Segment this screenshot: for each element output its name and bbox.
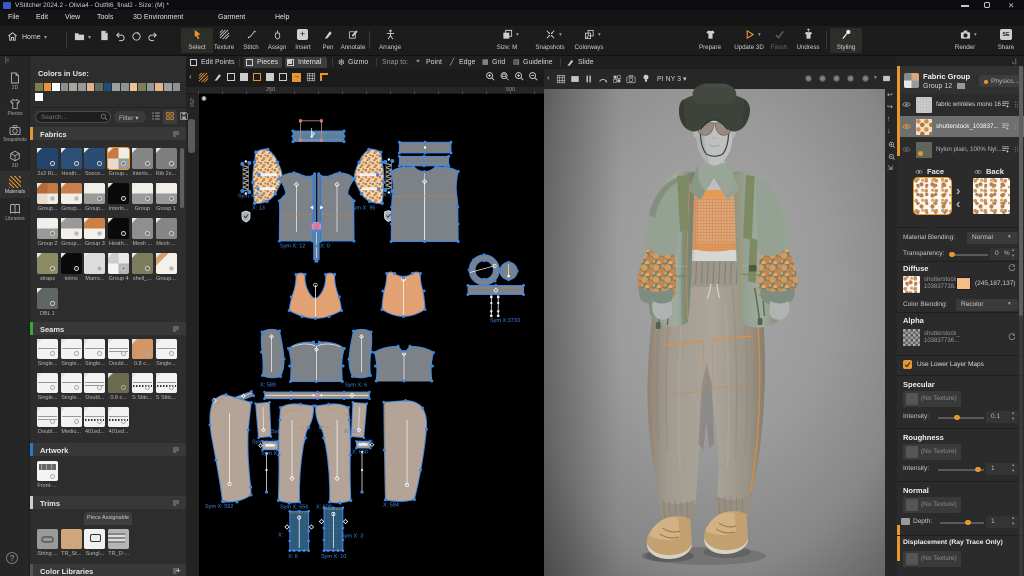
svg-text:Sym X: 56: Sym X: 56 [238, 194, 263, 200]
svg-text:Sym X: 61: Sym X: 61 [252, 440, 277, 446]
svg-text:Sym X: 592: Sym X: 592 [205, 504, 233, 510]
svg-text:Sym X: 3: Sym X: 3 [341, 534, 363, 540]
svg-text:Sym X:3733: Sym X:3733 [490, 318, 520, 324]
svg-text:Sym X: 10: Sym X: 10 [321, 554, 346, 560]
svg-text:Sym X: 12: Sym X: 12 [280, 244, 305, 250]
svg-text:X: 589: X: 589 [260, 383, 276, 389]
svg-text:X: 13: X: 13 [252, 206, 265, 212]
svg-text:X: 630: X: 630 [352, 450, 368, 456]
svg-text:X: 0: X: 0 [320, 244, 330, 250]
svg-text:X: 594: X: 594 [383, 503, 399, 509]
svg-text:X: 611: X: 611 [358, 440, 374, 446]
svg-text:Sym X: 95: Sym X: 95 [350, 206, 375, 212]
svg-text:X:: X: [278, 533, 284, 539]
svg-text:✺: ✺ [201, 95, 207, 103]
svg-text:Sym X: 656: Sym X: 656 [280, 505, 308, 511]
svg-text:X: 6: X: 6 [288, 554, 298, 560]
svg-text:X: 58: X: 58 [383, 193, 396, 199]
svg-text:X: 60: X: 60 [344, 429, 357, 435]
svg-text:Sym X: 6: Sym X: 6 [345, 383, 367, 389]
